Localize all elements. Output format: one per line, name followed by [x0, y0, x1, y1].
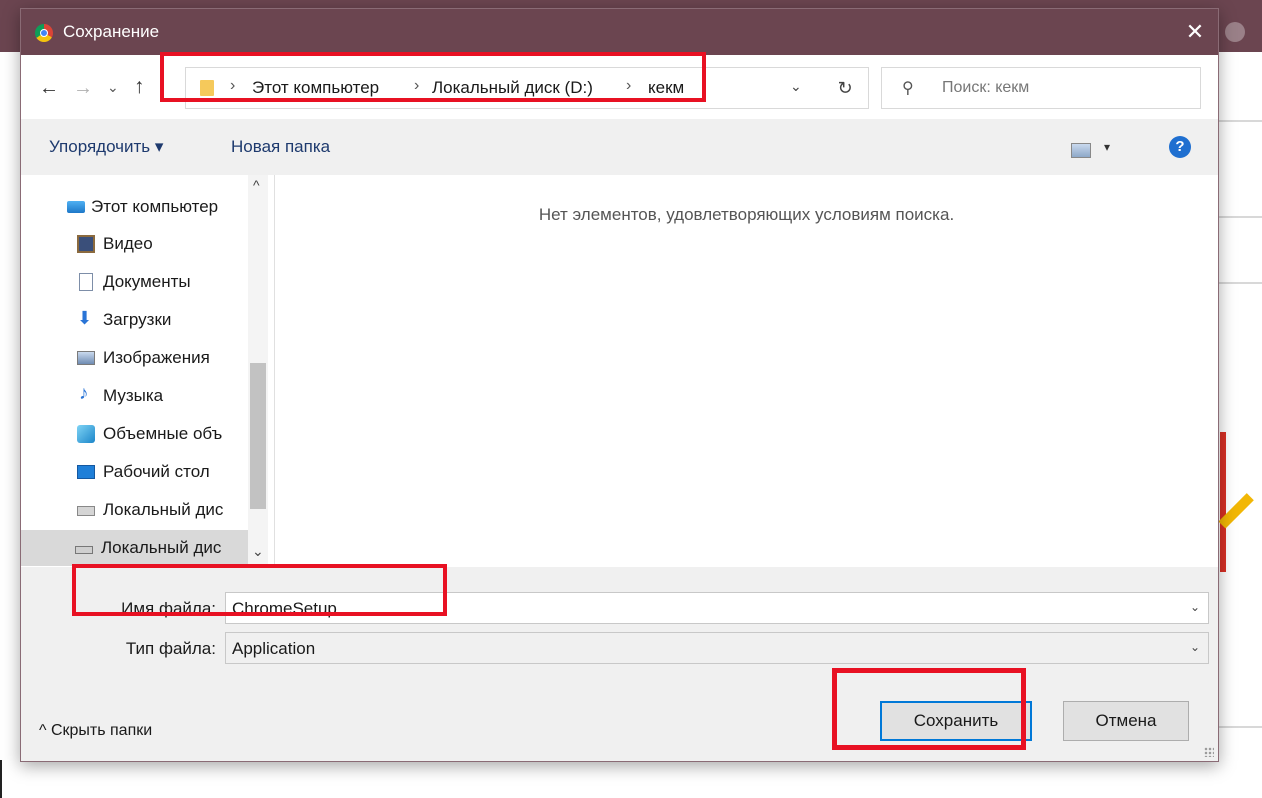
recent-locations-button[interactable]: ⌄	[107, 79, 119, 96]
background-divider	[1217, 282, 1262, 284]
file-list-area[interactable]: Нет элементов, удовлетворяющих условиям …	[275, 175, 1218, 567]
pictures-icon	[77, 351, 95, 365]
sidebar-item-label: Локальный дис	[101, 538, 222, 557]
scroll-down-button[interactable]: ⌄	[252, 543, 264, 560]
local-disk-d-icon	[75, 546, 93, 554]
computer-icon	[67, 201, 85, 213]
refresh-button[interactable]: ↻	[822, 67, 869, 109]
documents-icon	[79, 273, 93, 291]
background-red-bar	[1220, 432, 1226, 572]
cancel-button[interactable]: Отмена	[1063, 701, 1189, 741]
sidebar-item-label: Локальный дис	[103, 500, 224, 519]
scroll-thumb[interactable]	[250, 363, 266, 509]
sidebar-item-label: Рабочий стол	[103, 462, 210, 481]
music-icon: ♪	[79, 383, 89, 404]
dialog-title: Сохранение	[63, 22, 160, 41]
background-divider	[1217, 120, 1262, 122]
sidebar-item-desktop[interactable]: Рабочий стол	[21, 454, 248, 490]
search-placeholder: Поиск: кекм	[942, 79, 1030, 96]
sidebar-item-label: Изображения	[103, 348, 210, 367]
sidebar-item-label: Этот компьютер	[91, 197, 219, 216]
search-icon: ⚲	[902, 80, 914, 97]
new-folder-button[interactable]: Новая папка	[231, 137, 330, 157]
sidebar-item-label: Загрузки	[103, 310, 172, 329]
sidebar-item-label: Объемные объ	[103, 424, 223, 443]
view-options-dropdown[interactable]: ▾	[1104, 140, 1110, 154]
address-dropdown-button[interactable]: ⌄	[790, 78, 802, 95]
sidebar-item-downloads[interactable]: ⬇ Загрузки	[21, 302, 248, 338]
close-button[interactable]: ✕	[1172, 9, 1218, 55]
organize-button[interactable]: Упорядочить ▾	[49, 137, 163, 157]
empty-folder-message: Нет элементов, удовлетворяющих условиям …	[538, 205, 955, 224]
sidebar-item-local-disk-c[interactable]: Локальный дис	[21, 492, 248, 528]
local-disk-c-icon	[77, 506, 95, 516]
sidebar-item-label: Видео	[103, 234, 153, 253]
scroll-up-button[interactable]: ^	[253, 177, 260, 193]
sidebar-item-this-pc[interactable]: Этот компьютер	[21, 189, 248, 225]
title-bar: Сохранение ✕	[21, 9, 1218, 55]
forward-button[interactable]: →	[73, 77, 93, 100]
address-highlight-box	[160, 52, 706, 102]
save-dialog: Сохранение ✕ ← → ⌄ ↑ › Этот компьютер › …	[20, 8, 1219, 762]
3d-objects-icon	[77, 425, 95, 443]
hide-folders-button[interactable]: ^ Скрыть папки	[39, 722, 152, 740]
sidebar-item-local-disk-d[interactable]: Локальный дис	[21, 530, 248, 566]
background-divider	[1217, 726, 1262, 728]
chevron-down-icon[interactable]: ⌄	[1190, 600, 1200, 614]
search-input[interactable]: ⚲ Поиск: кекм	[881, 67, 1201, 109]
navigation-pane: Этот компьютер Видео Документы ⬇ Загрузк…	[21, 175, 274, 567]
video-icon	[77, 235, 95, 253]
sidebar-item-label: Музыка	[103, 386, 164, 405]
filename-highlight-box	[72, 564, 447, 616]
sidebar-item-documents[interactable]: Документы	[21, 264, 248, 300]
help-icon[interactable]: ?	[1169, 136, 1191, 158]
background-edge	[0, 760, 2, 798]
chrome-icon	[35, 24, 53, 42]
save-highlight-box	[832, 668, 1026, 750]
sidebar-item-3d-objects[interactable]: Объемные объ	[21, 416, 248, 452]
chevron-down-icon[interactable]: ⌄	[1190, 640, 1200, 654]
desktop-icon	[77, 465, 95, 479]
sidebar-item-music[interactable]: ♪ Музыка	[21, 378, 248, 414]
command-toolbar: Упорядочить ▾ Новая папка ▾ ?	[21, 119, 1218, 175]
back-button[interactable]: ←	[39, 77, 59, 100]
resize-grip[interactable]	[1204, 747, 1214, 757]
downloads-icon: ⬇	[77, 308, 93, 328]
view-options-icon[interactable]	[1071, 143, 1091, 158]
sidebar-item-pictures[interactable]: Изображения	[21, 340, 248, 376]
up-button[interactable]: ↑	[134, 75, 145, 99]
filetype-value: Application	[232, 639, 316, 658]
background-divider	[1217, 216, 1262, 218]
nav-pane-scrollbar[interactable]: ^ ⌄	[248, 175, 268, 567]
sidebar-item-label: Документы	[103, 272, 191, 291]
filetype-label: Тип файла:	[125, 639, 216, 658]
sidebar-item-video[interactable]: Видео	[21, 226, 248, 262]
globe-icon	[1225, 22, 1245, 42]
filetype-select[interactable]: Application ⌄	[225, 632, 1209, 664]
